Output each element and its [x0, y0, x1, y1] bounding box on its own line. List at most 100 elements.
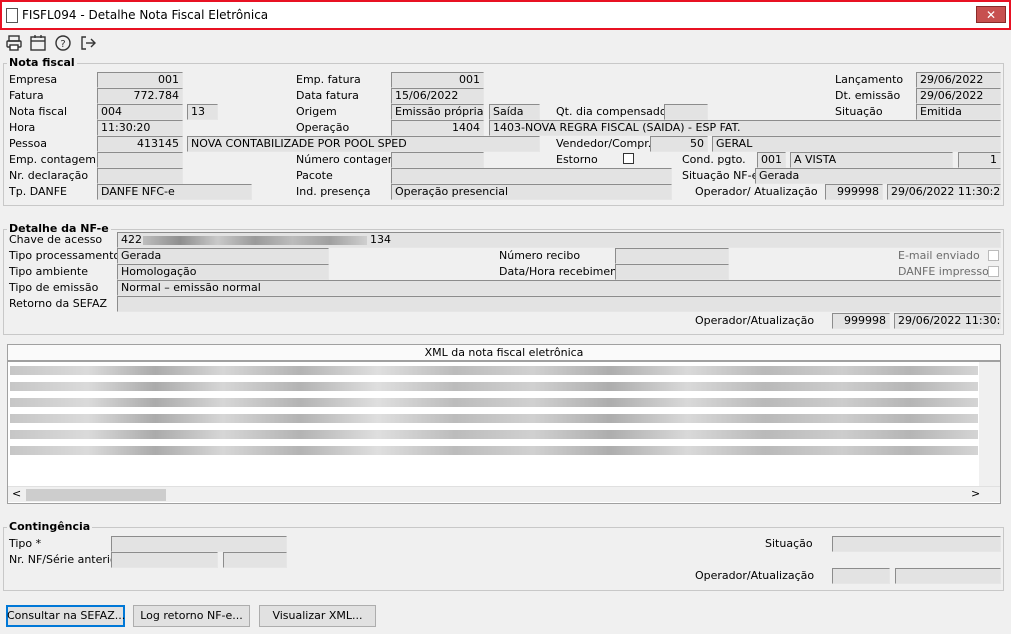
pessoa-code-field[interactable]: 413145: [97, 136, 183, 152]
xml-content[interactable]: < >: [7, 361, 1001, 504]
nr-declaracao-field[interactable]: [97, 168, 183, 184]
tipo-ambiente-field[interactable]: Homologação: [117, 264, 329, 280]
contingencia-operador-field[interactable]: [832, 568, 890, 584]
scroll-right-icon[interactable]: >: [971, 487, 980, 500]
numero-contagem-label: Número contagem: [296, 153, 399, 166]
xml-text-line: [10, 446, 978, 455]
data-hora-recebimento-label: Data/Hora recebimento: [499, 265, 629, 278]
pessoa-name-field[interactable]: NOVA CONTABILIZADE POR POOL SPED: [187, 136, 540, 152]
xml-header: XML da nota fiscal eletrônica: [7, 344, 1001, 361]
hora-label: Hora: [9, 121, 36, 134]
tipo-processamento-label: Tipo processamento: [9, 249, 121, 262]
ind-presenca-label: Ind. presença: [296, 185, 371, 198]
estorno-label: Estorno: [556, 153, 598, 166]
visualizar-xml-button[interactable]: Visualizar XML...: [259, 605, 376, 627]
printer-icon[interactable]: [5, 34, 23, 52]
vendedor-code-field[interactable]: 50: [650, 136, 708, 152]
tipo-emissao-label: Tipo de emissão: [9, 281, 99, 294]
contingencia-tipo-field[interactable]: [111, 536, 287, 552]
nfe-atualizacao-field[interactable]: 29/06/2022 11:30:20: [894, 313, 1001, 329]
estorno-checkbox[interactable]: [623, 153, 634, 164]
nota-fiscal-field[interactable]: 004: [97, 104, 183, 120]
data-fatura-label: Data fatura: [296, 89, 359, 102]
danfe-impresso-checkbox[interactable]: [988, 266, 999, 277]
nota-fiscal-title: Nota fiscal: [7, 56, 77, 69]
calendar-icon[interactable]: [29, 34, 47, 52]
document-icon: [6, 8, 18, 23]
data-hora-recebimento-field[interactable]: [615, 264, 729, 280]
title-bar: FISFL094 - Detalhe Nota Fiscal Eletrônic…: [0, 0, 1011, 30]
cond-pgto-desc-field[interactable]: A VISTA: [790, 152, 953, 168]
numero-recibo-field[interactable]: [615, 248, 729, 264]
atualizacao-field[interactable]: 29/06/2022 11:30:20: [887, 184, 1001, 200]
scroll-thumb[interactable]: [26, 489, 166, 501]
retorno-sefaz-field[interactable]: [117, 296, 1001, 312]
tipo-ambiente-label: Tipo ambiente: [9, 265, 88, 278]
cond-pgto-parcelas-field[interactable]: 1: [958, 152, 1001, 168]
qt-dia-field[interactable]: [664, 104, 708, 120]
log-retorno-button[interactable]: Log retorno NF-e...: [133, 605, 250, 627]
danfe-impresso-label: DANFE impresso: [898, 265, 989, 278]
chave-acesso-prefix: 422: [121, 233, 142, 246]
pacote-label: Pacote: [296, 169, 333, 182]
operacao-code-field[interactable]: 1404: [391, 120, 484, 136]
scroll-left-icon[interactable]: <: [12, 487, 21, 500]
email-enviado-checkbox[interactable]: [988, 250, 999, 261]
cond-pgto-label: Cond. pgto.: [682, 153, 746, 166]
vendedor-label: Vendedor/Compr.: [556, 137, 652, 150]
exit-icon[interactable]: [79, 34, 97, 52]
empresa-field[interactable]: 001: [97, 72, 183, 88]
emp-fatura-field[interactable]: 001: [391, 72, 484, 88]
ind-presenca-field[interactable]: Operação presencial: [391, 184, 672, 200]
contingencia-tipo-label: Tipo *: [9, 537, 42, 550]
xml-text-line: [10, 414, 978, 423]
emp-contagem-field[interactable]: [97, 152, 183, 168]
horizontal-scrollbar[interactable]: < >: [8, 486, 1000, 502]
svg-text:?: ?: [60, 39, 65, 50]
nr-nf-field[interactable]: [111, 552, 218, 568]
situacao-nfe-field[interactable]: Gerada: [755, 168, 1001, 184]
operacao-desc-field[interactable]: 1403-NOVA REGRA FISCAL (SAIDA) - ESP FAT…: [489, 120, 1001, 136]
dt-emissao-field[interactable]: 29/06/2022: [916, 88, 1001, 104]
qt-dia-label: Qt. dia compensado: [556, 105, 667, 118]
operacao-label: Operação: [296, 121, 350, 134]
fatura-field[interactable]: 772.784: [97, 88, 183, 104]
data-fatura-field[interactable]: 15/06/2022: [391, 88, 484, 104]
help-icon[interactable]: ?: [54, 34, 72, 52]
contingencia-situacao-field[interactable]: [832, 536, 1001, 552]
serie-anterior-field[interactable]: [223, 552, 287, 568]
xml-text-line: [10, 382, 978, 391]
operador-field[interactable]: 999998: [825, 184, 883, 200]
nr-declaracao-label: Nr. declaração: [9, 169, 89, 182]
window-title: FISFL094 - Detalhe Nota Fiscal Eletrônic…: [22, 8, 269, 22]
origem-tipo-field[interactable]: Saída: [489, 104, 540, 120]
tipo-processamento-field[interactable]: Gerada: [117, 248, 329, 264]
situacao-field[interactable]: Emitida: [916, 104, 1001, 120]
contingencia-atualizacao-field[interactable]: [895, 568, 1001, 584]
lancamento-label: Lançamento: [835, 73, 904, 86]
consultar-sefaz-button[interactable]: Consultar na SEFAZ...: [6, 605, 125, 627]
nota-serie-field[interactable]: 13: [187, 104, 218, 120]
hora-field[interactable]: 11:30:20: [97, 120, 183, 136]
situacao-nfe-label: Situação NF-e: [682, 169, 759, 182]
email-enviado-label: E-mail enviado: [898, 249, 980, 262]
cond-pgto-code-field[interactable]: 001: [757, 152, 786, 168]
nfe-operador-field[interactable]: 999998: [832, 313, 890, 329]
situacao-label: Situação: [835, 105, 883, 118]
nr-nf-serie-label: Nr. NF/Série anterior: [9, 553, 122, 566]
tipo-emissao-field[interactable]: Normal – emissão normal: [117, 280, 1001, 296]
empresa-label: Empresa: [9, 73, 58, 86]
tp-danfe-label: Tp. DANFE: [9, 185, 68, 198]
lancamento-field[interactable]: 29/06/2022: [916, 72, 1001, 88]
close-button[interactable]: ✕: [976, 6, 1006, 23]
contingencia-title: Contingência: [7, 520, 93, 533]
vertical-scrollbar[interactable]: [979, 362, 1000, 486]
dt-emissao-label: Dt. emissão: [835, 89, 901, 102]
contingencia-operador-label: Operador/Atualização: [695, 569, 815, 582]
origem-field[interactable]: Emissão própria: [391, 104, 484, 120]
nfe-operador-atualizacao-label: Operador/Atualização: [695, 314, 815, 327]
pacote-field[interactable]: [391, 168, 672, 184]
vendedor-name-field[interactable]: GERAL: [712, 136, 1001, 152]
numero-contagem-field[interactable]: [391, 152, 484, 168]
tp-danfe-field[interactable]: DANFE NFC-e: [97, 184, 252, 200]
